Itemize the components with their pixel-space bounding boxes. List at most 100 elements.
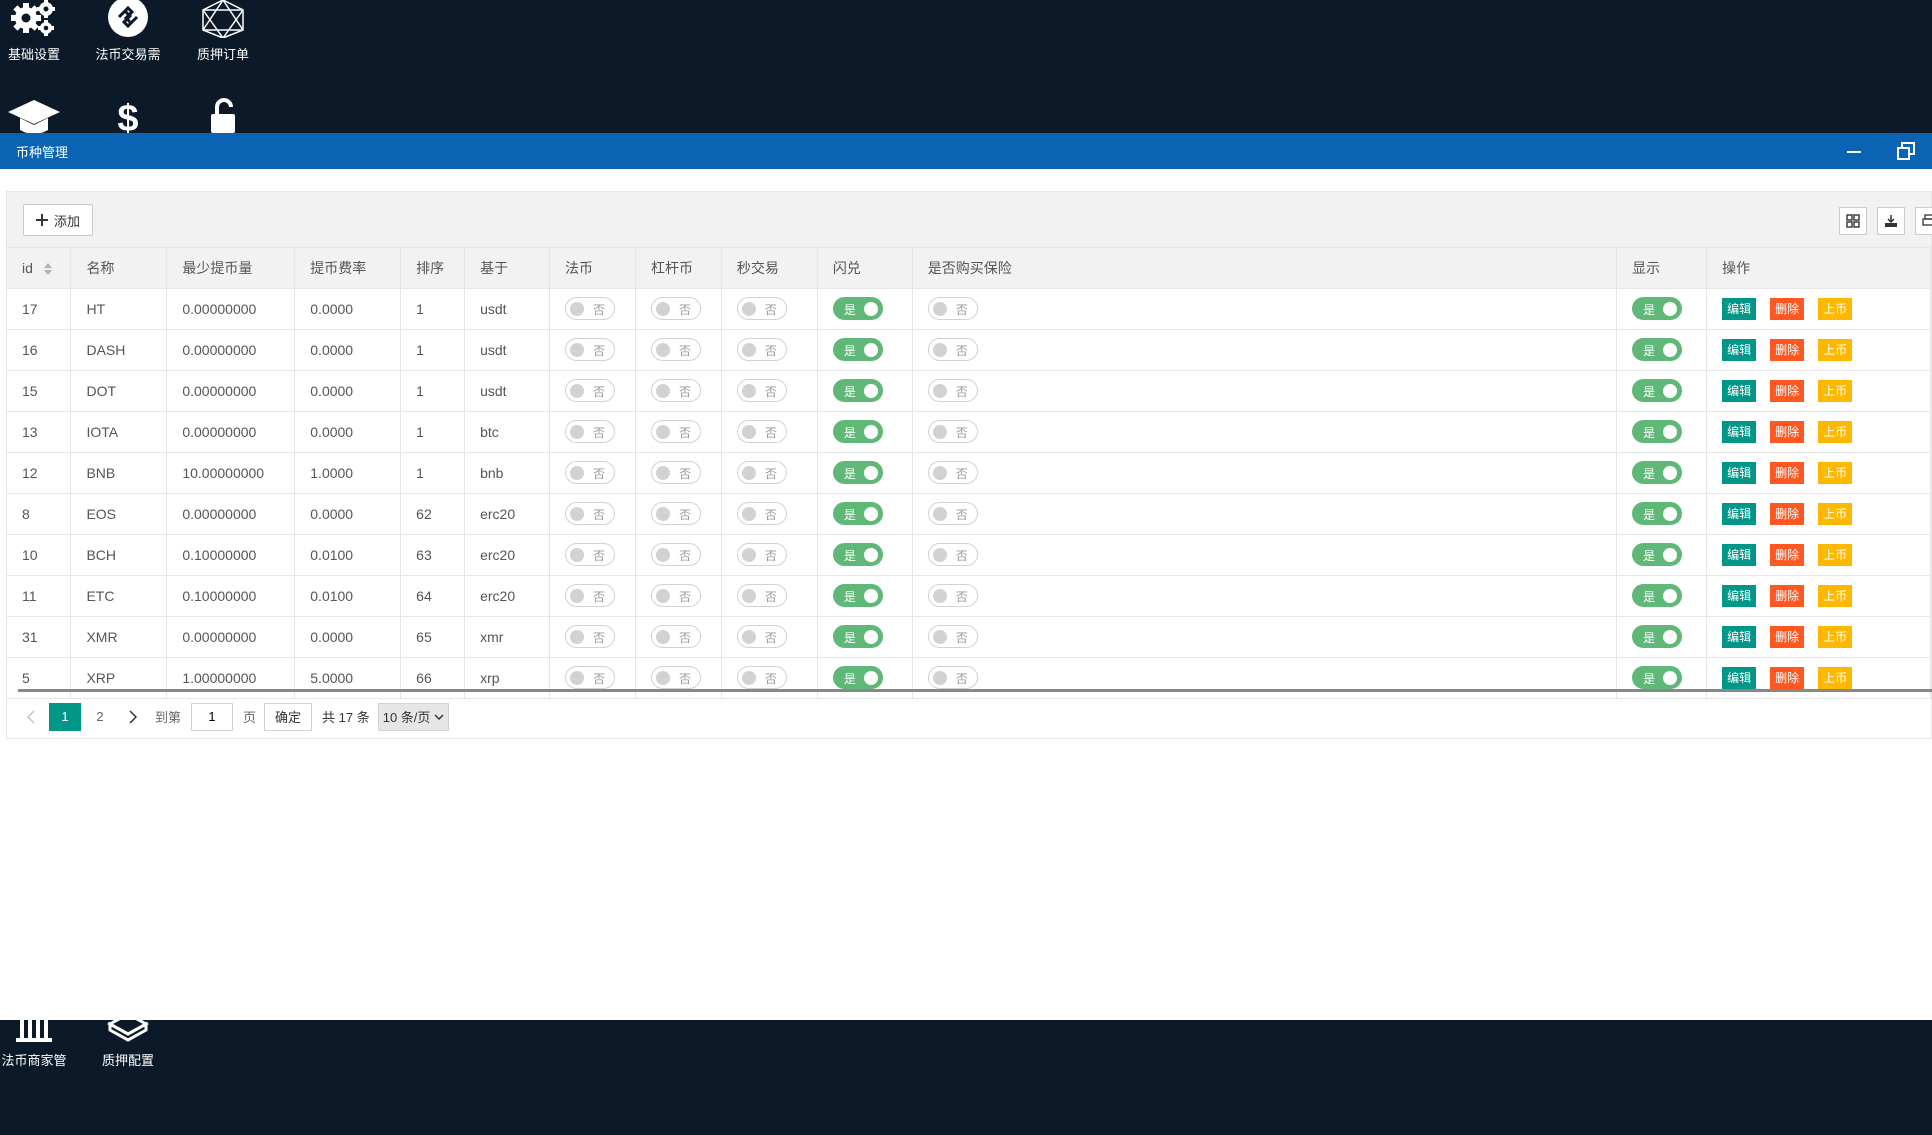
horizontal-scrollbar[interactable] [18,689,1932,692]
desktop-icon-basic-settings[interactable]: 基础设置 [0,0,76,63]
micro-trade-toggle[interactable]: 否 [736,420,787,443]
display-toggle[interactable]: 是 [1632,297,1683,320]
list-coin-button[interactable]: 上币 [1818,543,1853,566]
edit-button[interactable]: 编辑 [1722,461,1757,484]
display-toggle[interactable]: 是 [1632,379,1683,402]
fiat-toggle[interactable]: 否 [565,379,616,402]
list-coin-button[interactable]: 上币 [1818,297,1853,320]
list-coin-button[interactable]: 上币 [1818,502,1853,525]
micro-trade-toggle[interactable]: 否 [736,379,787,402]
insurance-toggle[interactable]: 否 [927,461,978,484]
edit-button[interactable]: 编辑 [1722,543,1757,566]
display-toggle[interactable]: 是 [1632,338,1683,361]
flash-swap-toggle[interactable]: 是 [832,584,883,607]
delete-button[interactable]: 删除 [1770,461,1805,484]
delete-button[interactable]: 删除 [1770,625,1805,648]
micro-trade-toggle[interactable]: 否 [736,543,787,566]
flash-swap-toggle[interactable]: 是 [832,666,883,689]
flash-swap-toggle[interactable]: 是 [832,625,883,648]
display-toggle[interactable]: 是 [1632,502,1683,525]
list-coin-button[interactable]: 上币 [1818,338,1853,361]
micro-trade-toggle[interactable]: 否 [736,625,787,648]
print-button[interactable] [1915,207,1932,235]
prev-page-button[interactable] [21,703,41,731]
desktop-icon-fiat-merchant[interactable]: 法币商家管 [0,1020,76,1069]
edit-button[interactable]: 编辑 [1722,584,1757,607]
list-coin-button[interactable]: 上币 [1818,420,1853,443]
micro-trade-toggle[interactable]: 否 [736,461,787,484]
insurance-toggle[interactable]: 否 [927,297,978,320]
delete-button[interactable]: 删除 [1770,502,1805,525]
column-header-id[interactable]: id [7,248,72,289]
display-toggle[interactable]: 是 [1632,666,1683,689]
micro-trade-toggle[interactable]: 否 [736,502,787,525]
restore-button[interactable] [1880,133,1932,169]
flash-swap-toggle[interactable]: 是 [832,420,883,443]
insurance-toggle[interactable]: 否 [927,584,978,607]
page-number-input[interactable] [191,702,234,731]
fiat-toggle[interactable]: 否 [565,461,616,484]
desktop-icon-pledge-orders[interactable]: 质押订单 [181,0,265,63]
desktop-icon-fiat-trade[interactable]: 法币交易需 [86,0,170,63]
edit-button[interactable]: 编辑 [1722,297,1757,320]
fiat-toggle[interactable]: 否 [565,297,616,320]
add-button[interactable]: 添加 [23,204,94,236]
lever-toggle[interactable]: 否 [650,338,701,361]
page-1-button[interactable]: 1 [49,702,81,731]
edit-button[interactable]: 编辑 [1722,625,1757,648]
insurance-toggle[interactable]: 否 [927,625,978,648]
fiat-toggle[interactable]: 否 [565,543,616,566]
micro-trade-toggle[interactable]: 否 [736,666,787,689]
sort-icon[interactable] [43,262,53,276]
delete-button[interactable]: 删除 [1770,379,1805,402]
edit-button[interactable]: 编辑 [1722,379,1757,402]
display-toggle[interactable]: 是 [1632,543,1683,566]
fiat-toggle[interactable]: 否 [565,338,616,361]
lever-toggle[interactable]: 否 [650,666,701,689]
desktop-icon-course[interactable] [0,98,76,133]
edit-button[interactable]: 编辑 [1722,502,1757,525]
insurance-toggle[interactable]: 否 [927,502,978,525]
lever-toggle[interactable]: 否 [650,584,701,607]
minimize-button[interactable] [1828,133,1880,169]
goto-confirm-button[interactable]: 确定 [264,702,313,731]
lever-toggle[interactable]: 否 [650,461,701,484]
delete-button[interactable]: 删除 [1770,420,1805,443]
lever-toggle[interactable]: 否 [650,379,701,402]
flash-swap-toggle[interactable]: 是 [832,338,883,361]
fiat-toggle[interactable]: 否 [565,666,616,689]
insurance-toggle[interactable]: 否 [927,543,978,566]
edit-button[interactable]: 编辑 [1722,420,1757,443]
flash-swap-toggle[interactable]: 是 [832,297,883,320]
next-page-button[interactable] [119,703,147,731]
display-toggle[interactable]: 是 [1632,625,1683,648]
micro-trade-toggle[interactable]: 否 [736,297,787,320]
delete-button[interactable]: 删除 [1770,543,1805,566]
fiat-toggle[interactable]: 否 [565,625,616,648]
insurance-toggle[interactable]: 否 [927,666,978,689]
fiat-toggle[interactable]: 否 [565,420,616,443]
display-toggle[interactable]: 是 [1632,584,1683,607]
page-size-select[interactable]: 10 条/页 [377,702,450,731]
display-toggle[interactable]: 是 [1632,461,1683,484]
insurance-toggle[interactable]: 否 [927,338,978,361]
columns-filter-button[interactable] [1839,207,1867,235]
page-2-button[interactable]: 2 [89,703,111,731]
list-coin-button[interactable]: 上币 [1818,584,1853,607]
micro-trade-toggle[interactable]: 否 [736,584,787,607]
lever-toggle[interactable]: 否 [650,543,701,566]
flash-swap-toggle[interactable]: 是 [832,379,883,402]
delete-button[interactable]: 删除 [1770,584,1805,607]
edit-button[interactable]: 编辑 [1722,338,1757,361]
edit-button[interactable]: 编辑 [1722,666,1757,689]
list-coin-button[interactable]: 上币 [1818,461,1853,484]
delete-button[interactable]: 删除 [1770,297,1805,320]
lever-toggle[interactable]: 否 [650,625,701,648]
desktop-icon-finance[interactable]: $ [86,98,170,133]
flash-swap-toggle[interactable]: 是 [832,461,883,484]
insurance-toggle[interactable]: 否 [927,379,978,402]
export-button[interactable] [1877,207,1905,235]
flash-swap-toggle[interactable]: 是 [832,543,883,566]
list-coin-button[interactable]: 上币 [1818,625,1853,648]
micro-trade-toggle[interactable]: 否 [736,338,787,361]
